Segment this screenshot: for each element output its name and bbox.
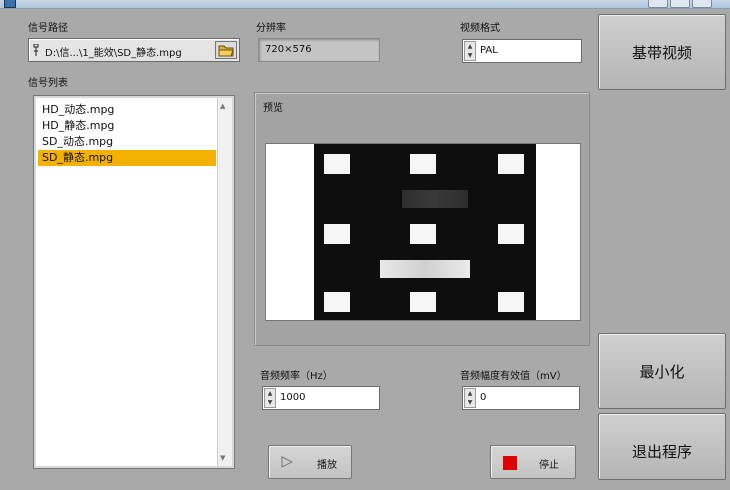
spin-up-icon: ▲ bbox=[467, 390, 473, 397]
audio-amp-value: 0 bbox=[480, 392, 487, 403]
audio-amp-spinner[interactable]: ▲ ▼ bbox=[464, 388, 476, 408]
title-bar bbox=[0, 0, 730, 9]
list-item-selected[interactable]: SD_静态.mpg bbox=[38, 150, 216, 166]
app-icon bbox=[4, 0, 16, 8]
spin-up-icon: ▲ bbox=[267, 390, 273, 397]
pattern-bar bbox=[402, 190, 468, 208]
spin-down-icon: ▼ bbox=[467, 52, 473, 59]
list-item[interactable]: HD_静态.mpg bbox=[38, 118, 216, 134]
scroll-down-icon[interactable]: ▼ bbox=[220, 454, 225, 462]
pattern-block bbox=[410, 224, 436, 244]
play-button-label: 播放 bbox=[317, 460, 337, 471]
pattern-block bbox=[324, 292, 350, 312]
folder-icon bbox=[218, 45, 234, 57]
scroll-up-icon[interactable]: ▲ bbox=[220, 102, 225, 110]
signal-list-label: 信号列表 bbox=[28, 78, 68, 89]
pattern-block bbox=[410, 292, 436, 312]
minimize-button[interactable]: 最小化 bbox=[598, 333, 726, 409]
video-format-label: 视频格式 bbox=[460, 23, 500, 34]
audio-freq-label: 音频频率（Hz） bbox=[260, 371, 333, 382]
video-frame bbox=[314, 144, 536, 320]
stop-icon bbox=[503, 456, 517, 470]
audio-freq-input[interactable]: ▲ ▼ 1000 bbox=[262, 386, 380, 410]
signal-path-value: D:\信...\1_能效\SD_静态.mpg bbox=[45, 48, 182, 59]
audio-amp-input[interactable]: ▲ ▼ 0 bbox=[462, 386, 580, 410]
window-minimize-button[interactable] bbox=[648, 0, 668, 8]
pattern-block bbox=[498, 292, 524, 312]
resolution-display: 720×576 bbox=[258, 38, 380, 62]
audio-amp-label: 音频幅度有效值（mV） bbox=[460, 371, 567, 382]
resolution-label: 分辨率 bbox=[256, 23, 286, 34]
path-browse-icon bbox=[33, 44, 39, 56]
pattern-block bbox=[324, 154, 350, 174]
spin-down-icon: ▼ bbox=[267, 399, 273, 406]
resolution-value: 720×576 bbox=[265, 44, 312, 55]
pattern-bar bbox=[380, 260, 470, 278]
preview-panel: 预览 bbox=[254, 92, 590, 346]
spin-down-icon: ▼ bbox=[467, 399, 473, 406]
exit-program-button[interactable]: 退出程序 bbox=[598, 413, 726, 480]
signal-listbox[interactable]: HD_动态.mpg HD_静态.mpg SD_动态.mpg SD_静态.mpg … bbox=[33, 95, 235, 469]
audio-freq-value: 1000 bbox=[280, 392, 306, 403]
list-scrollbar[interactable]: ▲ ▼ bbox=[217, 98, 232, 466]
video-preview bbox=[265, 143, 581, 321]
pattern-block bbox=[498, 154, 524, 174]
window-maximize-button[interactable] bbox=[670, 0, 690, 8]
stop-button[interactable]: 停止 bbox=[490, 445, 576, 479]
play-icon bbox=[281, 456, 293, 468]
window-close-button[interactable] bbox=[692, 0, 712, 8]
play-button[interactable]: 播放 bbox=[268, 445, 352, 479]
signal-path-field[interactable]: D:\信...\1_能效\SD_静态.mpg bbox=[28, 38, 240, 62]
pattern-block bbox=[498, 224, 524, 244]
preview-label: 预览 bbox=[263, 103, 283, 114]
pattern-block bbox=[324, 224, 350, 244]
video-format-spinner[interactable]: ▲ ▼ bbox=[464, 41, 476, 61]
spin-up-icon: ▲ bbox=[467, 43, 473, 50]
browse-folder-button[interactable] bbox=[215, 41, 237, 59]
list-item[interactable]: SD_动态.mpg bbox=[38, 134, 216, 150]
video-format-selector[interactable]: ▲ ▼ PAL bbox=[462, 39, 582, 63]
baseband-video-button[interactable]: 基带视频 bbox=[598, 14, 726, 90]
audio-freq-spinner[interactable]: ▲ ▼ bbox=[264, 388, 276, 408]
stop-button-label: 停止 bbox=[539, 460, 559, 471]
list-item[interactable]: HD_动态.mpg bbox=[38, 102, 216, 118]
pattern-block bbox=[410, 154, 436, 174]
video-format-value: PAL bbox=[480, 45, 498, 56]
signal-path-label: 信号路径 bbox=[28, 23, 68, 34]
